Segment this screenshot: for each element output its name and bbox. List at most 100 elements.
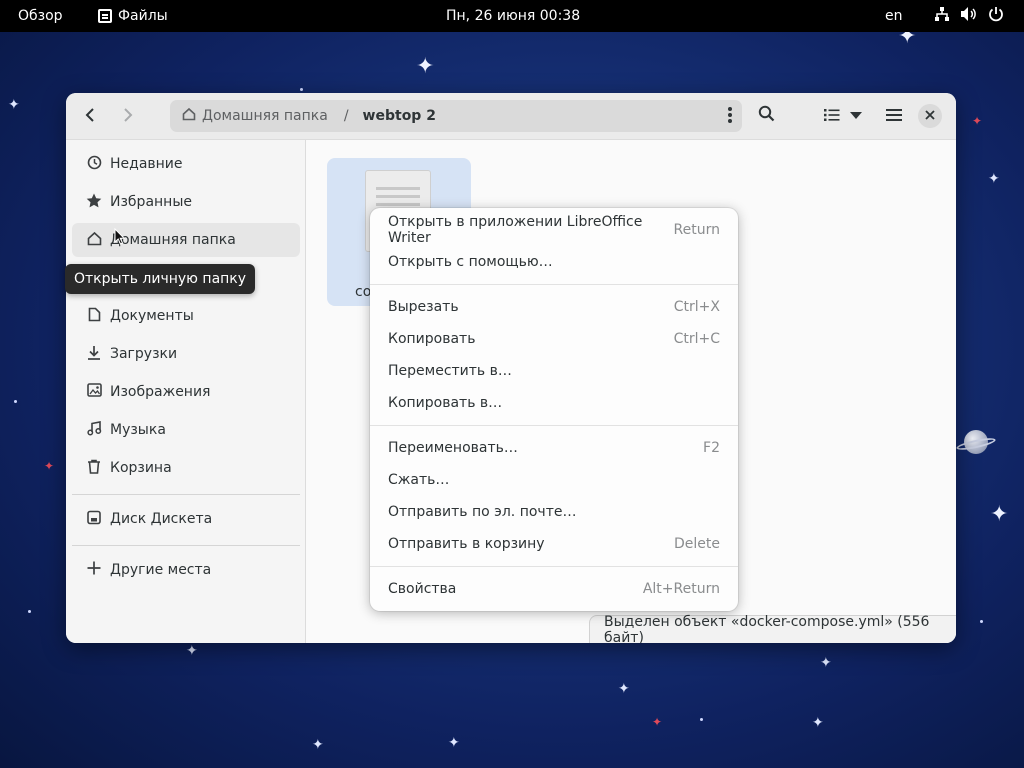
network-icon [934,6,950,26]
star-decoration: ✦ [448,735,460,751]
menu-item-rename[interactable]: Переименовать… F2 [376,432,732,464]
home-icon [86,231,102,250]
music-icon [86,420,102,440]
menu-item-accelerator: Delete [674,536,720,552]
sidebar-item-starred[interactable]: Избранные [72,185,300,219]
view-list-button[interactable] [818,101,846,131]
menu-item-properties[interactable]: Свойства Alt+Return [376,573,732,605]
star-decoration: ✦ [44,459,55,473]
chevron-right-icon [122,106,134,127]
main-menu-button[interactable] [878,101,910,131]
star-decoration [300,88,303,91]
menu-item-move-to-trash[interactable]: Отправить в корзину Delete [376,528,732,560]
star-decoration: ✦ [972,114,983,128]
sidebar-item-music[interactable]: Музыка [72,413,300,447]
planet-decoration [955,428,997,458]
menu-separator [370,284,738,285]
menu-item-cut[interactable]: Вырезать Ctrl+X [376,291,732,323]
menu-item-label: Переименовать… [388,440,518,456]
view-options-button[interactable] [844,101,868,131]
star-decoration: ✦ [186,643,198,659]
places-sidebar: Недавние Избранные Домашняя папка Докуме… [66,140,306,643]
activities-button[interactable]: Обзор [18,0,63,32]
star-decoration [700,718,703,721]
sidebar-item-downloads[interactable]: Загрузки [72,337,300,371]
star-decoration [980,620,983,623]
list-view-icon [824,106,840,127]
sidebar-item-label: Загрузки [110,346,178,362]
sidebar-divider [72,494,300,495]
sidebar-item-label: Недавние [110,156,183,172]
star-icon [86,193,102,212]
clock-icon [86,155,102,174]
search-icon [758,105,775,127]
menu-separator [370,425,738,426]
path-bar: Домашняя папка / webtop 2 [170,100,742,132]
menu-item-send-email[interactable]: Отправить по эл. почте… [376,496,732,528]
menu-item-label: Открыть в приложении LibreOffice Writer [388,214,643,246]
menu-separator [370,566,738,567]
sidebar-item-label: Документы [110,308,194,324]
star-decoration: ✦ [812,715,824,731]
hamburger-icon [886,106,902,127]
breadcrumb-home[interactable]: Домашняя папка [170,107,328,125]
back-button[interactable] [74,101,106,131]
menu-item-open-with-writer[interactable]: Открыть в приложении LibreOffice Writer … [376,214,732,246]
search-button[interactable] [750,101,782,131]
sidebar-item-other-locations[interactable]: Другие места [72,553,300,587]
sidebar-item-label: Диск Дискета [110,511,213,527]
sidebar-item-recent[interactable]: Недавние [72,147,300,181]
sidebar-item-pictures[interactable]: Изображения [72,375,300,409]
document-icon [86,307,102,326]
sidebar-item-documents[interactable]: Документы [72,299,300,333]
star-decoration [28,610,31,613]
star-decoration: ✦ [820,655,832,671]
star-decoration: ✦ [416,54,435,79]
forward-button[interactable] [112,101,144,131]
status-bar: Выделен объект «docker-compose.yml» (556… [589,614,956,643]
sidebar-item-label: Изображения [110,384,211,400]
menu-item-label: Отправить по эл. почте… [388,504,577,520]
star-decoration: ✦ [990,502,1009,527]
breadcrumb-current[interactable]: webtop 2 [363,108,436,124]
chevron-left-icon [84,106,96,127]
menu-item-accelerator: Ctrl+C [673,331,720,347]
star-decoration: ✦ [652,715,663,729]
menu-item-label: Отправить в корзину [388,536,545,552]
menu-item-label: Свойства [388,581,457,597]
close-button[interactable] [918,104,942,128]
menu-item-accelerator: Alt+Return [642,581,720,597]
star-decoration: ✦ [312,737,324,753]
menu-item-copy-to[interactable]: Копировать в… [376,387,732,419]
home-icon [182,107,196,125]
system-tray[interactable] [934,0,1004,32]
sidebar-item-floppy[interactable]: Диск Дискета [72,502,300,536]
volume-icon [960,6,978,26]
download-icon [86,345,102,364]
menu-item-label: Переместить в… [388,363,512,379]
path-menu-button[interactable] [728,106,732,129]
sidebar-item-label: Другие места [110,562,212,578]
sidebar-divider [72,545,300,546]
app-name: Файлы [118,8,168,24]
menu-item-move-to[interactable]: Переместить в… [376,355,732,387]
menu-item-accelerator: F2 [703,440,720,456]
menu-item-label: Сжать… [388,472,450,488]
sidebar-item-home[interactable]: Домашняя папка [72,223,300,257]
keyboard-layout-button[interactable]: en [885,0,903,32]
sidebar-item-label: Корзина [110,460,172,476]
menu-item-open-with[interactable]: Открыть с помощью… [376,246,732,278]
drive-icon [86,510,102,529]
sidebar-item-trash[interactable]: Корзина [72,451,300,485]
menu-item-label: Копировать [388,331,476,347]
clock-button[interactable]: Пн, 26 июня 00:38 [446,0,580,32]
menu-item-compress[interactable]: Сжать… [376,464,732,496]
files-app-icon [98,9,112,23]
menu-item-accelerator: Return [673,222,720,238]
breadcrumb-separator: / [343,108,349,124]
star-decoration [14,400,17,403]
plus-icon [86,561,102,579]
menu-item-copy[interactable]: Копировать Ctrl+C [376,323,732,355]
file-name: co [355,284,372,300]
app-menu-button[interactable]: Файлы [98,0,168,32]
